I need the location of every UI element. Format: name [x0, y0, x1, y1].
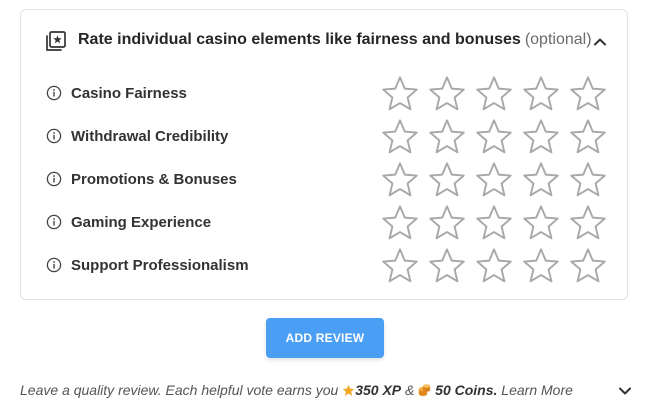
info-icon[interactable] [46, 171, 62, 187]
star-5-icon[interactable] [569, 204, 607, 242]
star-4-icon[interactable] [522, 247, 560, 285]
star-1-icon[interactable] [381, 247, 419, 285]
rating-row-label: Support Professionalism [71, 257, 249, 274]
rating-row-casino-fairness: Casino Fairness [21, 72, 627, 115]
rating-card: Rate individual casino elements like fai… [20, 9, 628, 300]
info-icon[interactable] [46, 128, 62, 144]
xp-amount: 350 XP [355, 382, 402, 398]
star-5-icon[interactable] [569, 75, 607, 113]
rating-row-promotions-bonuses: Promotions & Bonuses [21, 158, 627, 201]
learn-more-link[interactable]: Learn More [501, 382, 573, 398]
star-rating [381, 75, 607, 113]
rating-row-withdrawal-credibility: Withdrawal Credibility [21, 115, 627, 158]
rating-section-title-text: Rate individual casino elements like fai… [78, 31, 521, 48]
star-rating [381, 161, 607, 199]
info-icon[interactable] [46, 85, 62, 101]
star-4-icon[interactable] [522, 75, 560, 113]
star-5-icon[interactable] [569, 118, 607, 156]
star-1-icon[interactable] [381, 75, 419, 113]
star-3-icon[interactable] [475, 204, 513, 242]
star-1-icon[interactable] [381, 161, 419, 199]
footer-note: Leave a quality review. Each helpful vot… [20, 382, 573, 398]
star-2-icon[interactable] [428, 161, 466, 199]
star-2-icon[interactable] [428, 118, 466, 156]
star-4-icon[interactable] [522, 118, 560, 156]
star-rating [381, 118, 607, 156]
star-2-icon[interactable] [428, 75, 466, 113]
star-icon [342, 384, 355, 396]
info-icon[interactable] [46, 257, 62, 273]
star-3-icon[interactable] [475, 75, 513, 113]
add-review-button[interactable]: ADD REVIEW [266, 318, 384, 358]
star-5-icon[interactable] [569, 161, 607, 199]
rating-row-label: Gaming Experience [71, 214, 212, 231]
star-3-icon[interactable] [475, 118, 513, 156]
star-3-icon[interactable] [475, 247, 513, 285]
star-2-icon[interactable] [428, 204, 466, 242]
star-4-icon[interactable] [522, 161, 560, 199]
chevron-up-icon[interactable] [590, 32, 610, 52]
star-card-icon [46, 31, 66, 51]
rating-row-label: Withdrawal Credibility [71, 128, 229, 145]
star-2-icon[interactable] [428, 247, 466, 285]
star-rating [381, 247, 607, 285]
star-1-icon[interactable] [381, 118, 419, 156]
star-rating [381, 204, 607, 242]
info-icon[interactable] [46, 214, 62, 230]
star-3-icon[interactable] [475, 161, 513, 199]
chevron-down-icon[interactable] [615, 381, 635, 401]
rating-card-header[interactable]: Rate individual casino elements like fai… [21, 10, 627, 68]
optional-label: (optional) [524, 31, 592, 48]
footer-text: Leave a quality review. Each helpful vot… [20, 382, 343, 398]
coins-amount: 50 Coins. [435, 382, 498, 398]
rating-section-title: Rate individual casino elements like fai… [78, 31, 592, 49]
coins-icon [419, 384, 431, 396]
rating-row-label: Promotions & Bonuses [71, 171, 237, 188]
rating-row-support-professionalism: Support Professionalism [21, 244, 627, 287]
rating-row-gaming-experience: Gaming Experience [21, 201, 627, 244]
star-4-icon[interactable] [522, 204, 560, 242]
footer-separator: & [401, 382, 419, 398]
star-5-icon[interactable] [569, 247, 607, 285]
star-1-icon[interactable] [381, 204, 419, 242]
rating-row-label: Casino Fairness [71, 85, 187, 102]
